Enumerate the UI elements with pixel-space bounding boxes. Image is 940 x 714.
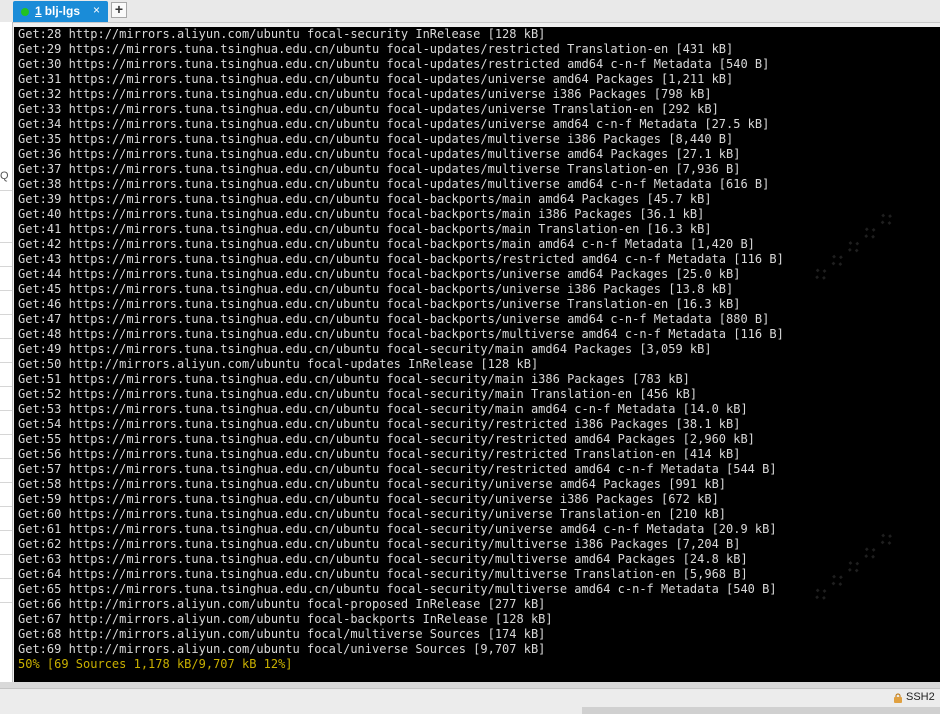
tab-bar: 1 blj-lgs × + — [0, 0, 940, 23]
terminal-line: Get:33 https://mirrors.tuna.tsinghua.edu… — [18, 102, 719, 116]
terminal-app-window: 1 blj-lgs × + Q Get:28 http://mirrors.ali… — [0, 0, 940, 714]
terminal-line: Get:62 https://mirrors.tuna.tsinghua.edu… — [18, 537, 741, 551]
terminal-lines: Get:28 http://mirrors.aliyun.com/ubuntu … — [18, 27, 784, 672]
terminal-line: Get:32 https://mirrors.tuna.tsinghua.edu… — [18, 87, 712, 101]
protocol-label: SSH2 — [906, 691, 935, 703]
terminal-line: Get:50 http://mirrors.aliyun.com/ubuntu … — [18, 357, 539, 371]
close-tab-icon[interactable]: × — [93, 3, 100, 17]
sidebar-divider — [0, 242, 12, 243]
terminal-line: Get:34 https://mirrors.tuna.tsinghua.edu… — [18, 117, 770, 131]
watermark-mark: ⁘ ⁘ ⁘ ⁘ ⁘ — [809, 527, 900, 608]
terminal-line: Get:43 https://mirrors.tuna.tsinghua.edu… — [18, 252, 784, 266]
terminal-line: Get:30 https://mirrors.tuna.tsinghua.edu… — [18, 57, 770, 71]
terminal-line: Get:52 https://mirrors.tuna.tsinghua.edu… — [18, 387, 698, 401]
terminal-line: Get:46 https://mirrors.tuna.tsinghua.edu… — [18, 297, 741, 311]
watermark-mark: ⁘ ⁘ ⁘ ⁘ ⁘ — [809, 207, 900, 288]
terminal-line: Get:39 https://mirrors.tuna.tsinghua.edu… — [18, 192, 712, 206]
session-tab-number: 1 — [35, 4, 42, 18]
sidebar-divider — [0, 530, 12, 531]
session-tab-label: 1 blj-lgs — [35, 4, 80, 18]
sidebar-divider — [0, 410, 12, 411]
connected-status-icon — [21, 8, 29, 16]
terminal-line: Get:63 https://mirrors.tuna.tsinghua.edu… — [18, 552, 748, 566]
session-tab[interactable]: 1 blj-lgs × — [13, 1, 108, 22]
sidebar-divider — [0, 386, 12, 387]
sidebar-divider — [0, 578, 12, 579]
terminal-line: Get:51 https://mirrors.tuna.tsinghua.edu… — [18, 372, 690, 386]
lock-icon — [894, 693, 902, 703]
terminal-line: Get:55 https://mirrors.tuna.tsinghua.edu… — [18, 432, 755, 446]
terminal-output[interactable]: Get:28 http://mirrors.aliyun.com/ubuntu … — [14, 27, 940, 682]
terminal-line: Get:41 https://mirrors.tuna.tsinghua.edu… — [18, 222, 712, 236]
terminal-line: Get:42 https://mirrors.tuna.tsinghua.edu… — [18, 237, 755, 251]
session-sidebar: Q — [0, 22, 13, 682]
terminal-line: Get:68 http://mirrors.aliyun.com/ubuntu … — [18, 627, 546, 641]
terminal-line: Get:61 https://mirrors.tuna.tsinghua.edu… — [18, 522, 777, 536]
terminal-line: Get:36 https://mirrors.tuna.tsinghua.edu… — [18, 147, 741, 161]
terminal-line: Get:64 https://mirrors.tuna.tsinghua.edu… — [18, 567, 748, 581]
search-icon[interactable]: Q — [0, 170, 12, 184]
status-bar-panel — [582, 707, 940, 714]
sidebar-divider — [0, 362, 12, 363]
terminal-line: Get:58 https://mirrors.tuna.tsinghua.edu… — [18, 477, 727, 491]
terminal-line: Get:60 https://mirrors.tuna.tsinghua.edu… — [18, 507, 727, 521]
sidebar-divider — [0, 506, 12, 507]
terminal-line: Get:49 https://mirrors.tuna.tsinghua.edu… — [18, 342, 712, 356]
terminal-line: Get:48 https://mirrors.tuna.tsinghua.edu… — [18, 327, 784, 341]
terminal-line: Get:65 https://mirrors.tuna.tsinghua.edu… — [18, 582, 777, 596]
sidebar-divider — [0, 266, 12, 267]
terminal-line: Get:37 https://mirrors.tuna.tsinghua.edu… — [18, 162, 741, 176]
terminal-line: Get:66 http://mirrors.aliyun.com/ubuntu … — [18, 597, 546, 611]
sidebar-divider — [0, 602, 12, 603]
terminal-line: Get:67 http://mirrors.aliyun.com/ubuntu … — [18, 612, 553, 626]
terminal-line: Get:40 https://mirrors.tuna.tsinghua.edu… — [18, 207, 705, 221]
sidebar-divider — [0, 338, 12, 339]
session-tab-name: blj-lgs — [44, 4, 81, 18]
tab-bar-left-edge — [0, 0, 13, 22]
terminal-line: Get:57 https://mirrors.tuna.tsinghua.edu… — [18, 462, 777, 476]
terminal-line: Get:44 https://mirrors.tuna.tsinghua.edu… — [18, 267, 741, 281]
terminal-line: Get:53 https://mirrors.tuna.tsinghua.edu… — [18, 402, 748, 416]
terminal-line: Get:47 https://mirrors.tuna.tsinghua.edu… — [18, 312, 770, 326]
download-progress-line: 50% [69 Sources 1,178 kB/9,707 kB 12%] — [18, 657, 293, 671]
terminal-line: Get:59 https://mirrors.tuna.tsinghua.edu… — [18, 492, 719, 506]
terminal-line: Get:35 https://mirrors.tuna.tsinghua.edu… — [18, 132, 734, 146]
terminal-line: Get:54 https://mirrors.tuna.tsinghua.edu… — [18, 417, 741, 431]
terminal-line: Get:28 http://mirrors.aliyun.com/ubuntu … — [18, 27, 546, 41]
terminal-line: Get:56 https://mirrors.tuna.tsinghua.edu… — [18, 447, 741, 461]
sidebar-divider — [0, 190, 12, 191]
sidebar-divider — [0, 554, 12, 555]
new-tab-button[interactable]: + — [111, 2, 127, 18]
terminal-line: Get:38 https://mirrors.tuna.tsinghua.edu… — [18, 177, 770, 191]
status-bar: SSH2 — [0, 688, 940, 714]
terminal-line: Get:31 https://mirrors.tuna.tsinghua.edu… — [18, 72, 734, 86]
sidebar-divider — [0, 314, 12, 315]
terminal-line: Get:45 https://mirrors.tuna.tsinghua.edu… — [18, 282, 734, 296]
sidebar-divider — [0, 434, 12, 435]
sidebar-divider — [0, 290, 12, 291]
terminal-line: Get:69 http://mirrors.aliyun.com/ubuntu … — [18, 642, 546, 656]
sidebar-divider — [0, 458, 12, 459]
terminal-line: Get:29 https://mirrors.tuna.tsinghua.edu… — [18, 42, 734, 56]
sidebar-divider — [0, 482, 12, 483]
